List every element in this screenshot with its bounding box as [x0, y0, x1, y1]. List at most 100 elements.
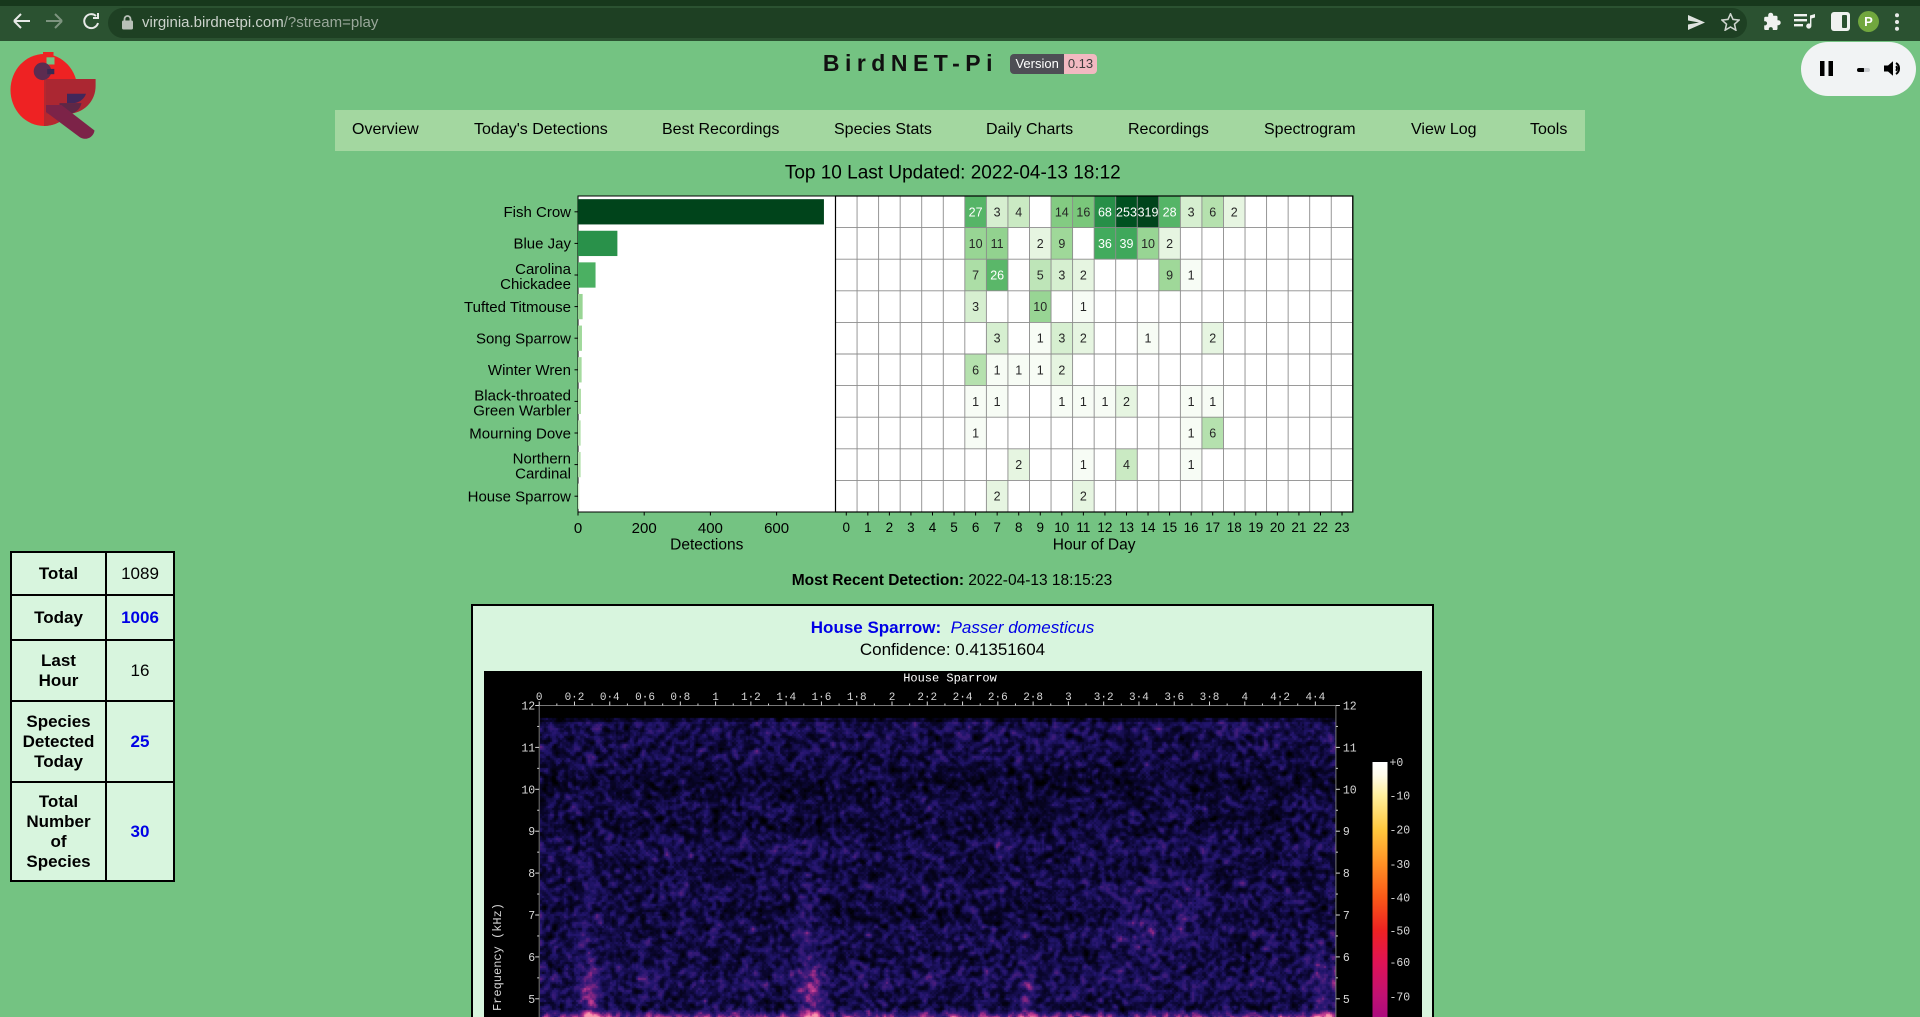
svg-text:10: 10 [1033, 300, 1047, 314]
svg-text:16: 16 [1184, 520, 1199, 535]
svg-text:4: 4 [1015, 205, 1022, 219]
svg-text:House Sparrow: House Sparrow [903, 672, 997, 686]
svg-text:2: 2 [1015, 458, 1022, 472]
svg-text:2: 2 [1123, 395, 1130, 409]
svg-text:14: 14 [1055, 205, 1069, 219]
svg-text:3: 3 [1058, 332, 1065, 346]
svg-text:1: 1 [1080, 458, 1087, 472]
svg-text:8: 8 [1015, 520, 1023, 535]
svg-text:2: 2 [1037, 237, 1044, 251]
svg-text:Fish Crow: Fish Crow [503, 204, 571, 221]
svg-text:10: 10 [1141, 237, 1155, 251]
svg-text:7: 7 [1343, 910, 1350, 923]
svg-text:27: 27 [969, 205, 983, 219]
svg-text:Frequency (kHz): Frequency (kHz) [491, 903, 505, 1011]
svg-text:1: 1 [1037, 363, 1044, 377]
svg-text:Song Sparrow: Song Sparrow [476, 331, 571, 348]
svg-text:9: 9 [528, 826, 535, 839]
svg-text:2: 2 [1209, 332, 1216, 346]
svg-text:12: 12 [1097, 520, 1112, 535]
svg-text:15: 15 [1162, 520, 1177, 535]
svg-text:17: 17 [1205, 520, 1220, 535]
svg-text:1: 1 [1209, 395, 1216, 409]
svg-text:1: 1 [1188, 269, 1195, 283]
svg-text:11: 11 [1343, 742, 1357, 755]
svg-text:13: 13 [1119, 520, 1134, 535]
svg-text:21: 21 [1291, 520, 1306, 535]
svg-text:253: 253 [1116, 205, 1137, 219]
svg-text:Tufted Titmouse: Tufted Titmouse [464, 299, 571, 316]
svg-text:23: 23 [1335, 520, 1350, 535]
svg-text:319: 319 [1138, 205, 1159, 219]
svg-text:1: 1 [1037, 332, 1044, 346]
svg-text:1: 1 [1188, 458, 1195, 472]
svg-text:8: 8 [528, 868, 535, 881]
svg-text:2: 2 [886, 520, 894, 535]
svg-text:68: 68 [1098, 205, 1112, 219]
svg-text:19: 19 [1248, 520, 1263, 535]
svg-text:2: 2 [1080, 332, 1087, 346]
svg-text:1: 1 [1101, 395, 1108, 409]
svg-text:Blue Jay: Blue Jay [513, 236, 571, 253]
svg-text:9: 9 [1343, 826, 1350, 839]
svg-text:-20: -20 [1390, 825, 1411, 838]
svg-text:1: 1 [972, 395, 979, 409]
svg-text:Detections: Detections [670, 537, 743, 554]
svg-text:3: 3 [1058, 269, 1065, 283]
svg-text:6: 6 [1209, 427, 1216, 441]
svg-text:7: 7 [528, 910, 535, 923]
svg-text:5: 5 [1037, 269, 1044, 283]
svg-text:10: 10 [521, 784, 535, 797]
svg-text:2: 2 [1166, 237, 1173, 251]
svg-text:9: 9 [1166, 269, 1173, 283]
svg-text:7: 7 [993, 520, 1001, 535]
svg-text:36: 36 [1098, 237, 1112, 251]
svg-text:18: 18 [1227, 520, 1242, 535]
svg-text:11: 11 [521, 742, 535, 755]
svg-text:0: 0 [574, 520, 582, 537]
svg-text:Winter Wren: Winter Wren [488, 362, 571, 379]
svg-text:+0: +0 [1390, 757, 1404, 770]
svg-text:5: 5 [1343, 994, 1350, 1007]
svg-text:7: 7 [972, 269, 979, 283]
svg-text:House Sparrow: House Sparrow [468, 489, 572, 506]
svg-text:3: 3 [972, 300, 979, 314]
svg-text:Chickadee: Chickadee [500, 276, 571, 293]
svg-text:6: 6 [1209, 205, 1216, 219]
svg-text:10: 10 [1054, 520, 1069, 535]
svg-text:6: 6 [1343, 952, 1350, 965]
svg-text:-60: -60 [1390, 957, 1411, 970]
svg-text:16: 16 [1076, 205, 1090, 219]
svg-text:1: 1 [1080, 300, 1087, 314]
svg-text:1: 1 [994, 363, 1001, 377]
svg-text:28: 28 [1163, 205, 1177, 219]
svg-text:12: 12 [1343, 701, 1357, 714]
svg-text:22: 22 [1313, 520, 1328, 535]
svg-text:1: 1 [864, 520, 872, 535]
svg-text:1: 1 [994, 395, 1001, 409]
svg-text:3: 3 [1188, 205, 1195, 219]
svg-text:8: 8 [1343, 868, 1350, 881]
svg-text:Mourning Dove: Mourning Dove [469, 425, 571, 442]
svg-text:9: 9 [1058, 237, 1065, 251]
svg-text:3: 3 [994, 205, 1001, 219]
svg-text:9: 9 [1037, 520, 1045, 535]
svg-text:10: 10 [1343, 784, 1357, 797]
svg-text:4: 4 [1123, 458, 1130, 472]
svg-text:Cardinal: Cardinal [515, 466, 571, 483]
svg-text:600: 600 [764, 520, 789, 537]
svg-text:11: 11 [991, 237, 1004, 251]
svg-text:200: 200 [632, 520, 657, 537]
svg-text:2: 2 [994, 490, 1001, 504]
svg-text:3: 3 [907, 520, 915, 535]
svg-text:2: 2 [1231, 205, 1238, 219]
svg-text:1: 1 [1080, 395, 1087, 409]
svg-text:12: 12 [521, 701, 535, 714]
svg-text:Hour of Day: Hour of Day [1053, 537, 1136, 554]
svg-text:26: 26 [990, 269, 1004, 283]
svg-text:5: 5 [528, 994, 535, 1007]
svg-text:-40: -40 [1390, 892, 1411, 905]
svg-text:2: 2 [1058, 363, 1065, 377]
svg-text:10: 10 [969, 237, 983, 251]
svg-text:2: 2 [1080, 490, 1087, 504]
